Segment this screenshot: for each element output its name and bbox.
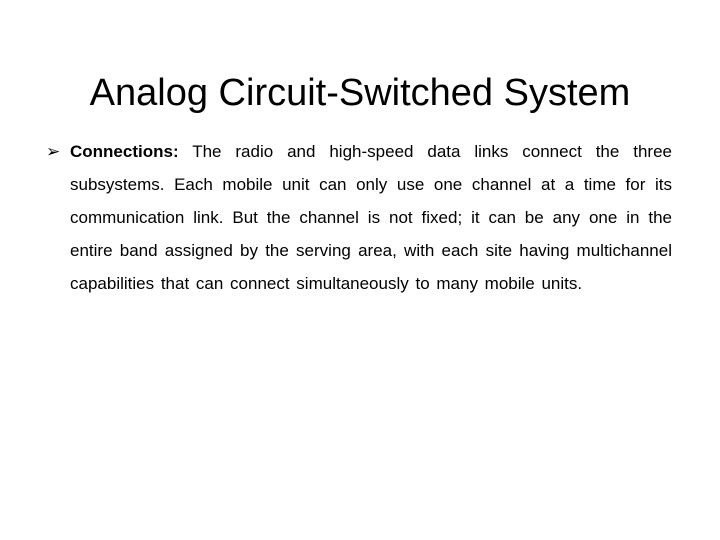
slide-title: Analog Circuit-Switched System [89, 72, 631, 115]
bullet-paragraph: Connections: The radio and high-speed da… [70, 135, 672, 300]
arrow-bullet-icon: ➢ [46, 142, 61, 161]
bullet-label: Connections: [70, 142, 179, 161]
bullet-text: The radio and high-speed data links conn… [70, 142, 672, 293]
bullet-item: ➢ Connections: The radio and high-speed … [46, 135, 672, 317]
